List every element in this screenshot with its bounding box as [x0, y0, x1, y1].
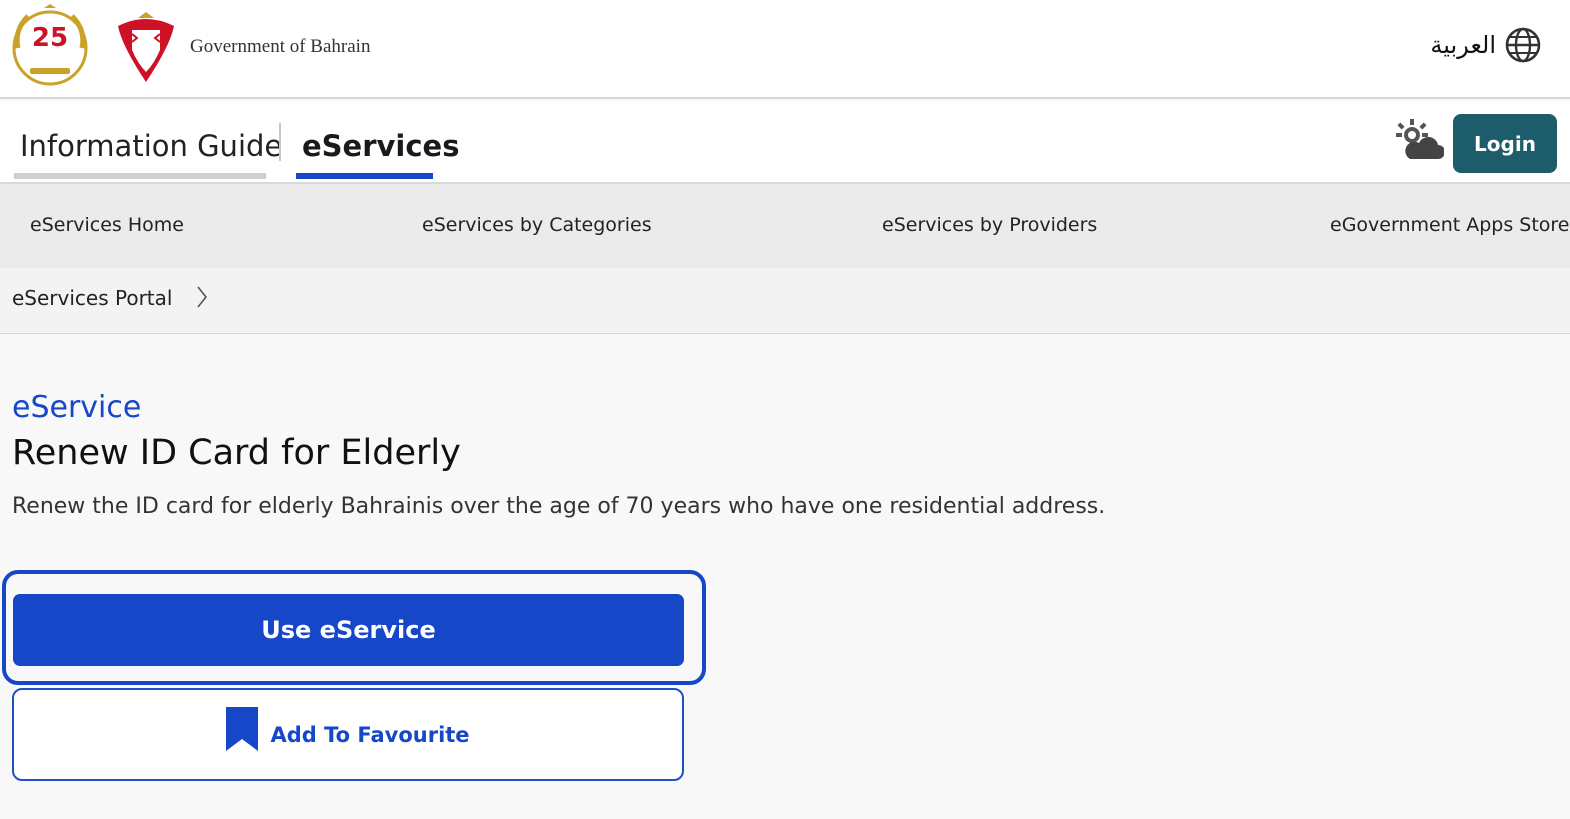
tab-divider: [279, 123, 281, 161]
top-header: 25 Government of Bahrain العربية: [0, 0, 1570, 99]
subnav-item-apps-store[interactable]: eGovernment Apps Store: [1330, 214, 1570, 236]
add-to-favourite-button[interactable]: Add To Favourite: [12, 688, 684, 781]
page-title: Renew ID Card for Elderly: [12, 433, 461, 473]
main-tabs: Information Guide eServices Login: [0, 101, 1570, 184]
tab-information-guide-underline: [14, 173, 266, 179]
service-description: Renew the ID card for elderly Bahrainis …: [12, 494, 1106, 519]
eservices-subnav: eServices Home eServices by Categories e…: [0, 184, 1570, 268]
subnav-item-eservices-home[interactable]: eServices Home: [30, 214, 184, 236]
weather-sun-cloud-icon[interactable]: [1394, 119, 1444, 163]
subnav-item-by-categories[interactable]: eServices by Categories: [422, 214, 652, 236]
government-name: Government of Bahrain: [190, 36, 371, 57]
use-eservice-button[interactable]: Use eService: [13, 594, 684, 666]
bahrain-coat-of-arms[interactable]: [114, 12, 178, 82]
globe-icon[interactable]: [1504, 26, 1542, 64]
tab-eservices[interactable]: eServices: [302, 129, 460, 163]
breadcrumb: eServices Portal: [0, 268, 1570, 334]
logo-25-text: 25: [32, 23, 68, 53]
language-switch[interactable]: العربية: [1430, 26, 1542, 64]
tab-eservices-active-underline: [296, 173, 433, 179]
language-label[interactable]: العربية: [1430, 31, 1496, 59]
service-type-label: eService: [12, 390, 142, 425]
breadcrumb-item-eservices-portal[interactable]: eServices Portal: [12, 286, 172, 310]
page: 25 Government of Bahrain العربية Informa…: [0, 0, 1570, 819]
chevron-right-icon: [197, 286, 208, 308]
login-button[interactable]: Login: [1453, 114, 1557, 173]
anniversary-25-emblem[interactable]: 25: [10, 4, 90, 92]
add-to-favourite-label: Add To Favourite: [270, 722, 470, 747]
bookmark-icon: [226, 706, 259, 751]
tab-information-guide[interactable]: Information Guide: [20, 129, 282, 163]
subnav-item-by-providers[interactable]: eServices by Providers: [882, 214, 1097, 236]
